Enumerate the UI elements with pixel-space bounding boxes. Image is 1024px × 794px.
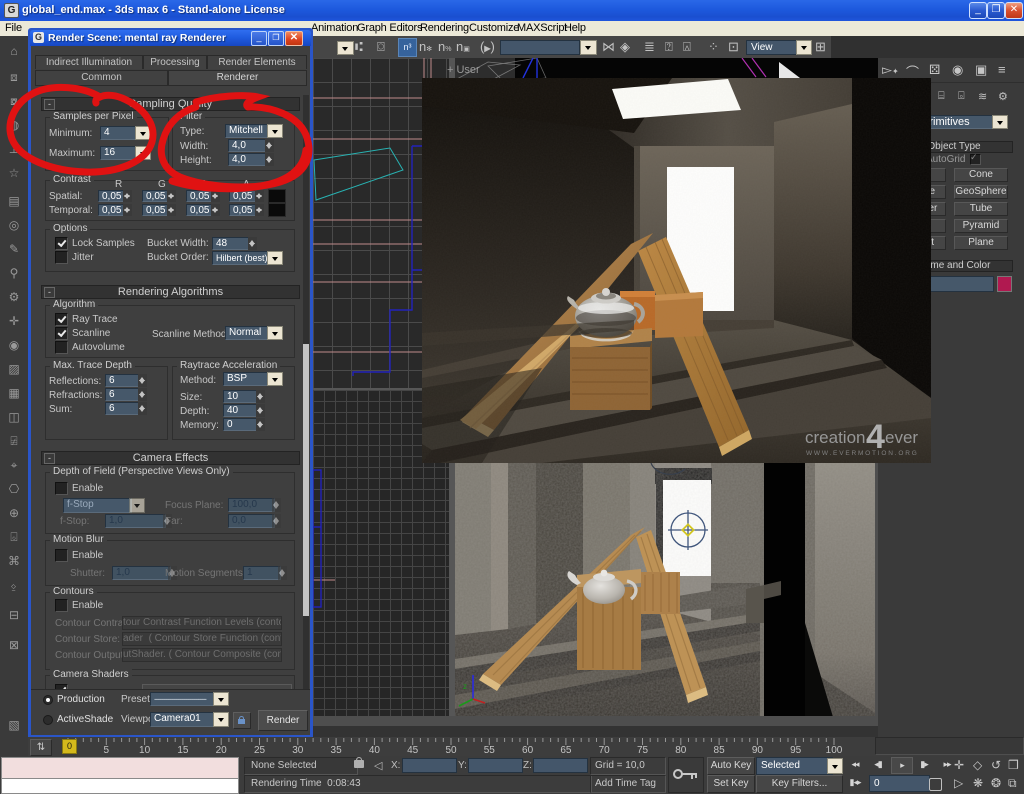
svg-text:30: 30 [292,745,304,756]
svg-text:60: 60 [522,745,534,756]
svg-text:70: 70 [599,745,611,756]
svg-text:50: 50 [445,745,457,756]
svg-text:10: 10 [139,745,151,756]
svg-text:45: 45 [407,745,419,756]
svg-text:95: 95 [790,745,802,756]
svg-text:85: 85 [714,745,726,756]
svg-text:20: 20 [216,745,228,756]
svg-text:25: 25 [254,745,266,756]
svg-text:65: 65 [560,745,572,756]
svg-text:ever: ever [885,428,918,447]
svg-text:WWW.EVERMOTION.ORG: WWW.EVERMOTION.ORG [806,450,919,457]
svg-text:creation: creation [805,428,865,447]
svg-text:100: 100 [826,745,843,756]
svg-text:75: 75 [637,745,649,756]
svg-text:40: 40 [369,745,381,756]
svg-text:5: 5 [104,745,110,756]
svg-text:55: 55 [484,745,496,756]
svg-text:80: 80 [675,745,687,756]
svg-text:35: 35 [331,745,343,756]
svg-text:90: 90 [752,745,764,756]
svg-text:15: 15 [177,745,189,756]
